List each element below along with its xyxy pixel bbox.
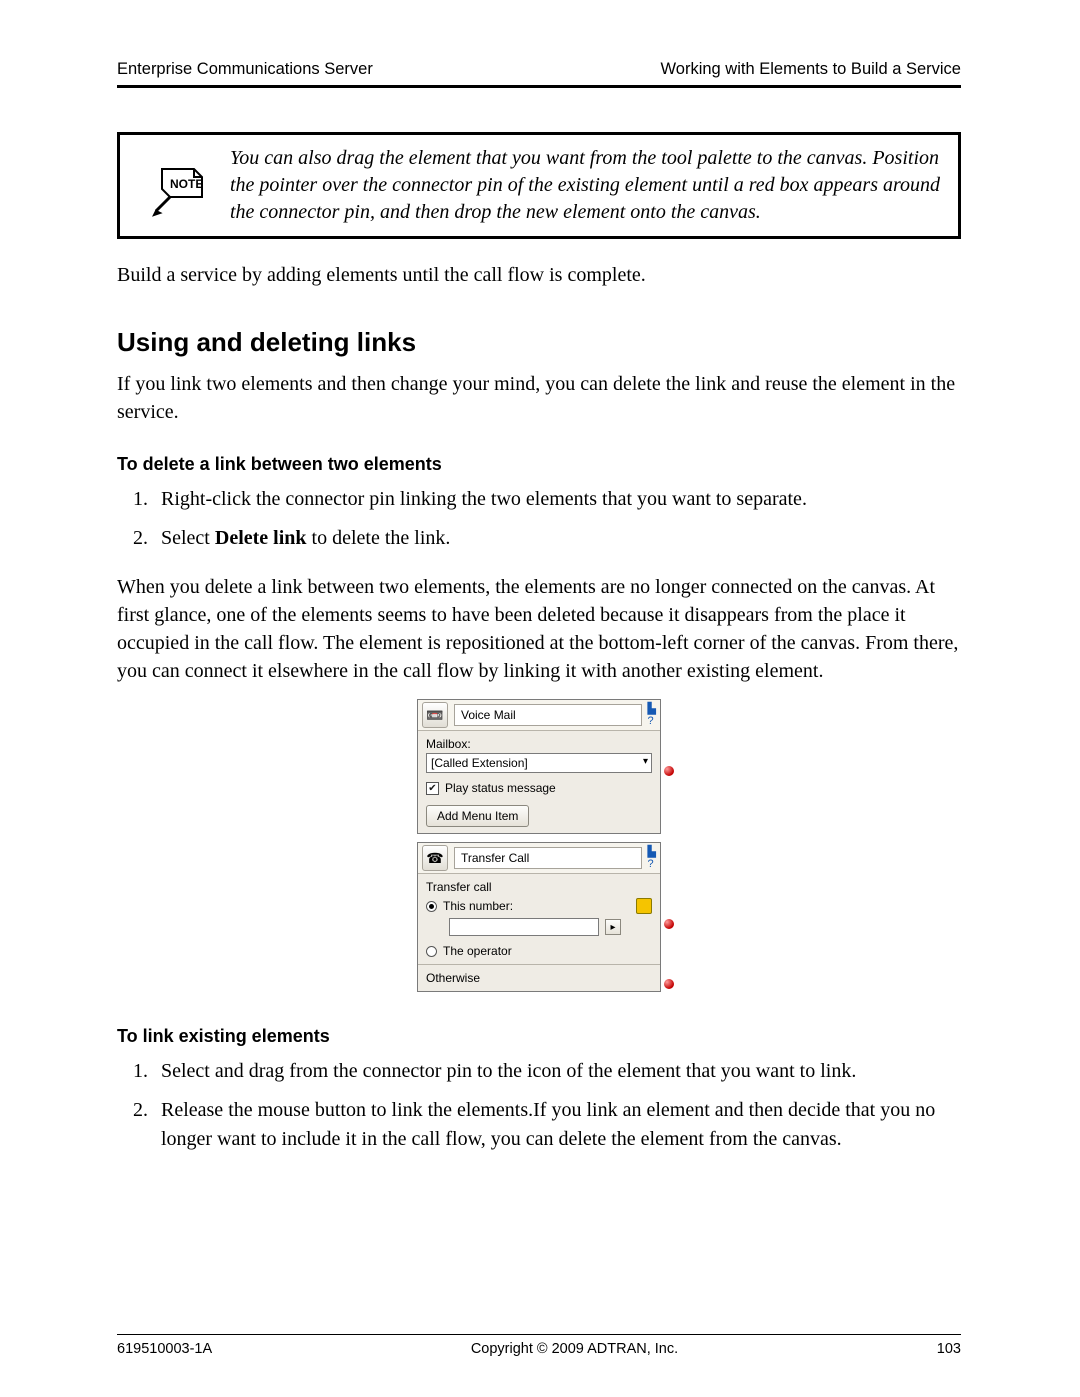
transfer-body: Transfer call This number: ▸ The operato… [418,874,660,964]
play-status-checkbox[interactable]: ✔ Play status message [426,781,652,795]
step-1: Select and drag from the connector pin t… [153,1057,961,1086]
number-input[interactable] [449,918,599,936]
heading-delete-link: To delete a link between two elements [117,454,961,475]
voicemail-title[interactable]: Voice Mail [454,704,642,726]
mailbox-label: Mailbox: [426,737,652,751]
steps-delete-link: Right-click the connector pin linking th… [117,485,961,553]
header-right: Working with Elements to Build a Service [661,60,962,79]
operator-row: The operator [426,944,652,958]
transfer-call-element[interactable]: ☎ Transfer Call ▙ ? Transfer call This n… [417,842,661,992]
radio-this-number[interactable] [426,901,437,912]
help-icon[interactable]: ? [648,716,656,727]
transfer-titlebar: ☎ Transfer Call ▙ ? [418,843,660,874]
step-2: Release the mouse button to link the ele… [153,1096,961,1154]
h2-paragraph: If you link two elements and then change… [117,370,961,426]
connector-pin[interactable] [664,919,674,929]
footer-docid: 619510003-1A [117,1341,212,1357]
person-icon[interactable]: ▙ [648,847,656,858]
after-delete-paragraph: When you delete a link between two eleme… [117,573,961,685]
person-icon[interactable]: ▙ [648,704,656,715]
footer-page-number: 103 [937,1341,961,1357]
intro-paragraph: Build a service by adding elements until… [117,261,961,289]
steps-link-existing: Select and drag from the connector pin t… [117,1057,961,1154]
voicemail-element[interactable]: 📼 Voice Mail ▙ ? Mailbox: [Called Extens… [417,699,661,834]
transfer-title[interactable]: Transfer Call [454,847,642,869]
note-box: NOTE You can also drag the element that … [117,132,961,239]
mailbox-dropdown[interactable]: [Called Extension] [426,753,652,773]
help-icon[interactable]: ? [648,859,656,870]
step-2: Select Delete link to delete the link. [153,524,961,553]
footer-copyright: Copyright © 2009 ADTRAN, Inc. [471,1341,678,1357]
voicemail-titlebar: 📼 Voice Mail ▙ ? [418,700,660,731]
radio-operator[interactable] [426,946,437,957]
play-arrow-icon[interactable]: ▸ [605,919,621,935]
voicemail-icon: 📼 [422,702,448,728]
page-header: Enterprise Communications Server Working… [117,60,961,85]
lookup-icon[interactable] [636,898,652,914]
step-1: Right-click the connector pin linking th… [153,485,961,514]
header-left: Enterprise Communications Server [117,60,373,79]
otherwise-row[interactable]: Otherwise [418,964,660,991]
voicemail-body: Mailbox: [Called Extension] ✔ Play statu… [418,731,660,833]
this-number-row: This number: [426,898,652,914]
add-menu-item-button[interactable]: Add Menu Item [426,805,529,827]
header-rule [117,85,961,88]
transfer-section-label: Transfer call [426,880,652,894]
heading-link-existing: To link existing elements [117,1026,961,1047]
checkbox-icon: ✔ [426,782,439,795]
transfer-icon: ☎ [422,845,448,871]
document-page: Enterprise Communications Server Working… [117,60,961,1357]
heading-using-deleting-links: Using and deleting links [117,327,961,358]
note-icon: NOTE [134,145,224,217]
page-footer: 619510003-1A Copyright © 2009 ADTRAN, In… [117,1334,961,1357]
note-text: You can also drag the element that you w… [224,145,944,226]
embedded-ui-screenshot: 📼 Voice Mail ▙ ? Mailbox: [Called Extens… [417,699,661,992]
number-input-row: ▸ [426,918,652,936]
connector-pin[interactable] [664,766,674,776]
note-label: NOTE [170,177,203,191]
connector-pin[interactable] [664,979,674,989]
